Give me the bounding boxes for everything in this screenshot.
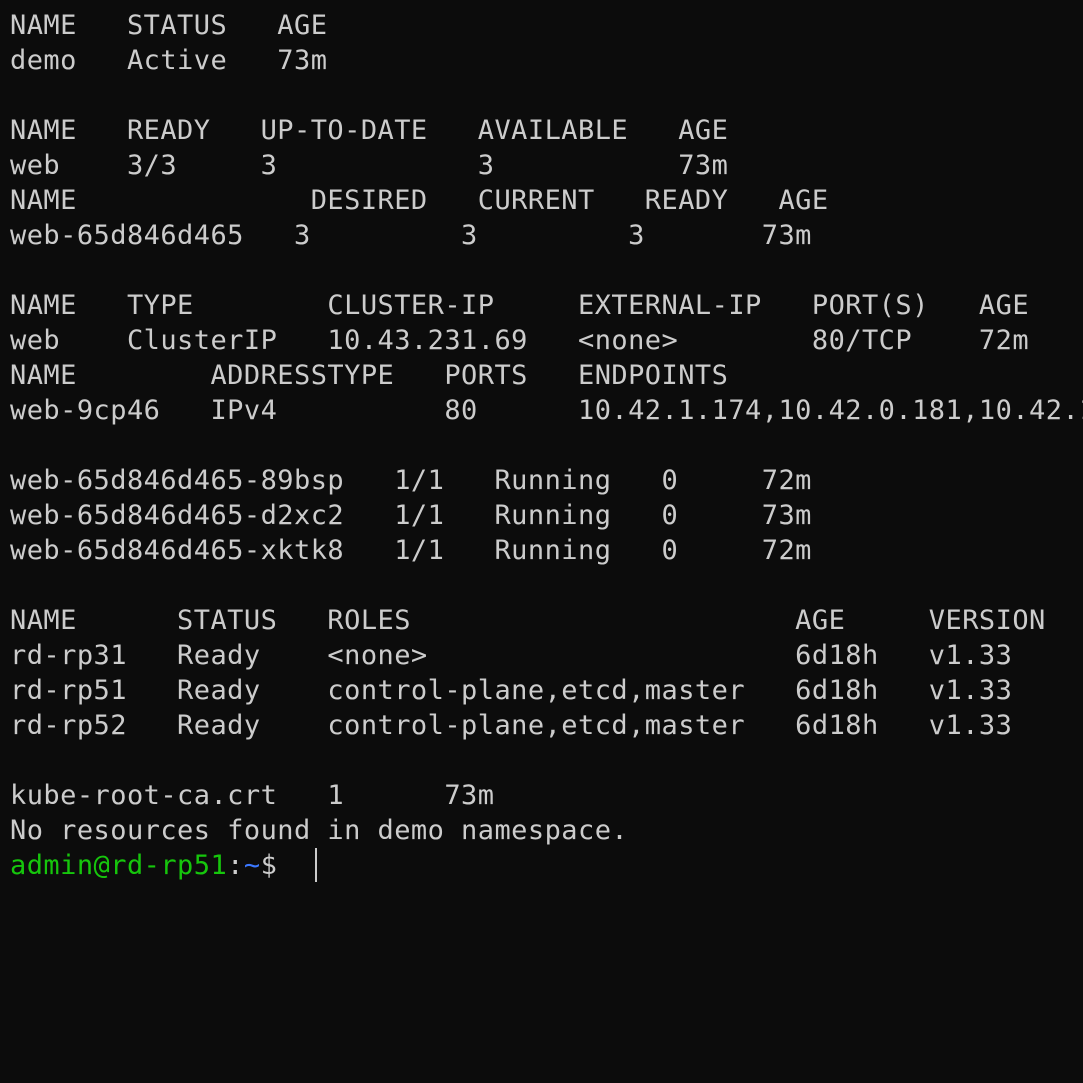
shell-prompt[interactable]: admin@rd-rp51:~$ <box>10 848 294 883</box>
terminal-line: rd-rp52 Ready control-plane,etcd,master … <box>10 710 1013 741</box>
terminal-line: kube-root-ca.crt 1 73m <box>10 780 495 811</box>
terminal-line: web 3/3 3 3 73m <box>10 150 729 181</box>
prompt-symbol: $ <box>260 850 295 881</box>
terminal-line: NAME READY UP-TO-DATE AVAILABLE AGE <box>10 115 729 146</box>
terminal-line: web-65d846d465-89bsp 1/1 Running 0 72m <box>10 465 812 496</box>
terminal-line: NAME STATUS AGE <box>10 10 328 41</box>
prompt-separator: : <box>227 850 244 881</box>
terminal-line: web-9cp46 IPv4 80 10.42.1.174,10.42.0.18… <box>10 395 1083 426</box>
terminal-line: web-65d846d465 3 3 3 73m <box>10 220 812 251</box>
terminal-window[interactable]: NAME STATUS AGE demo Active 73m NAME REA… <box>0 0 1083 1083</box>
terminal-line: NAME ADDRESSTYPE PORTS ENDPOINTS <box>10 360 729 391</box>
terminal-line: rd-rp51 Ready control-plane,etcd,master … <box>10 675 1013 706</box>
terminal-line: web-65d846d465-d2xc2 1/1 Running 0 73m <box>10 500 812 531</box>
prompt-user-host: admin@rd-rp51 <box>10 850 228 881</box>
terminal-line: rd-rp31 Ready <none> 6d18h v1.33 <box>10 640 1013 671</box>
terminal-line: web ClusterIP 10.43.231.69 <none> 80/TCP… <box>10 325 1030 356</box>
terminal-line: demo Active 73m <box>10 45 328 76</box>
terminal-line: web-65d846d465-xktk8 1/1 Running 0 72m <box>10 535 812 566</box>
terminal-line: NAME STATUS ROLES AGE VERSION <box>10 605 1046 636</box>
terminal-line: NAME DESIRED CURRENT READY AGE <box>10 185 829 216</box>
terminal-line: NAME TYPE CLUSTER-IP EXTERNAL-IP PORT(S)… <box>10 290 1030 321</box>
text-cursor <box>315 848 317 882</box>
terminal-line: No resources found in demo namespace. <box>10 815 629 846</box>
prompt-path: ~ <box>243 850 261 881</box>
